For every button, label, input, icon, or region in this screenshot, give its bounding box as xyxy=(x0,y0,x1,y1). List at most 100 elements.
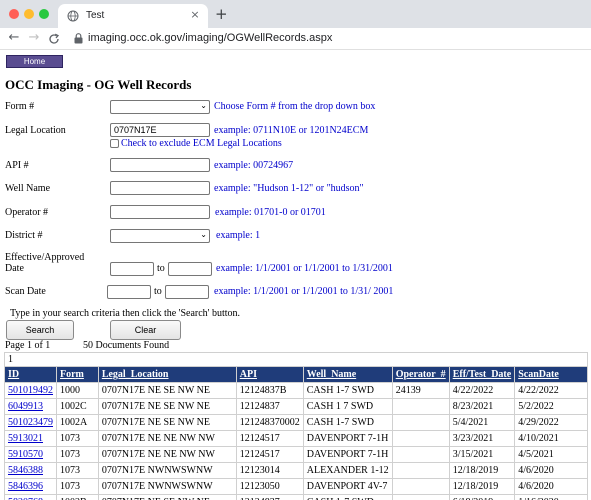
district-label: District # xyxy=(5,230,43,241)
cell-eff-test-date: 6/18/2019 xyxy=(448,494,516,500)
api-label: API # xyxy=(5,160,29,171)
table-row: 5910570 1073 0707N17E NE NE NW NW 12124517 D… xyxy=(4,446,588,463)
cell-operator xyxy=(391,478,450,495)
cell-scan-date: 4/6/2020 xyxy=(514,462,588,479)
document-id-link[interactable]: 5846388 xyxy=(8,465,43,476)
cell-form: 1000 xyxy=(56,382,99,399)
pager-page-number: 1 xyxy=(4,352,588,367)
home-button[interactable]: Home xyxy=(6,55,63,68)
clear-button[interactable]: Clear xyxy=(110,320,181,340)
column-header[interactable]: Form xyxy=(56,366,99,383)
table-row: 5846396 1073 0707N17E NWNWSWNW 12123050 DAVE… xyxy=(4,478,588,495)
document-id-link[interactable]: 5910570 xyxy=(8,449,43,460)
pager-row: 1 xyxy=(4,352,588,367)
table-row: 5846388 1073 0707N17E NWNWSWNW 12123014 ALEX… xyxy=(4,462,588,479)
cell-eff-test-date: 8/23/2021 xyxy=(448,398,516,415)
operator-input[interactable] xyxy=(110,205,210,219)
browser-tab[interactable]: Test × xyxy=(58,4,208,28)
exclude-ecm-checkbox[interactable] xyxy=(110,139,119,148)
cell-eff-test-date: 3/23/2021 xyxy=(448,430,516,447)
page-info: Page 1 of 1 xyxy=(5,340,51,351)
column-header-form[interactable]: Form xyxy=(60,369,84,380)
cell-api: 12124517 xyxy=(235,446,304,463)
cell-well-name: CASH 1 7 SWD xyxy=(302,398,393,415)
legal-location-input[interactable]: 0707N17E xyxy=(110,123,210,137)
column-header-eff-test-date[interactable]: Eff/Test_Date xyxy=(453,369,512,380)
lock-icon[interactable] xyxy=(74,33,83,44)
cell-form: 1073 xyxy=(56,446,99,463)
browser-tab-bar: Test × + xyxy=(0,0,591,28)
cell-id: 5846396 xyxy=(4,478,57,495)
document-id-link[interactable]: 6049913 xyxy=(8,401,43,412)
cell-api: 12124837 xyxy=(235,398,304,415)
table-row: 501023479 1002A 0707N17E NE SE NW NE 121248… xyxy=(4,414,588,431)
close-window-button[interactable] xyxy=(9,9,19,19)
effective-date-from-input[interactable] xyxy=(110,262,154,276)
address-bar[interactable]: imaging.occ.ok.gov/imaging/OGWellRecords… xyxy=(66,29,591,49)
column-header-well-name[interactable]: Well_Name xyxy=(307,369,356,380)
cell-legal-location: 0707N17E NE NE NW NW xyxy=(97,430,237,447)
cell-legal-location: 0707N17E NE SE NW NE xyxy=(97,494,237,500)
chevron-down-icon: ⌄ xyxy=(200,101,207,110)
document-id-link[interactable]: 501023479 xyxy=(8,417,53,428)
table-row: 58207681002B0707N17E NE SE NW NE12124837… xyxy=(4,494,588,500)
cell-id: 501023479 xyxy=(4,414,57,431)
documents-found: 50 Documents Found xyxy=(83,340,170,351)
document-id-link[interactable]: 5846396 xyxy=(8,481,43,492)
form-number-select[interactable]: ⌄ xyxy=(110,100,210,114)
forward-arrow-icon[interactable]: → xyxy=(26,30,42,45)
column-header-scan-date[interactable]: ScanDate xyxy=(518,369,559,380)
new-tab-icon[interactable]: + xyxy=(215,5,228,23)
column-header[interactable]: Operator_# xyxy=(391,366,450,383)
cell-operator: 24139 xyxy=(391,382,450,399)
cell-api: 12123014 xyxy=(235,462,304,479)
cell-well-name: CASH 1-7 SWD xyxy=(302,382,393,399)
column-header[interactable]: API xyxy=(235,366,304,383)
scan-date-to-input[interactable] xyxy=(165,285,209,299)
column-header-api[interactable]: API xyxy=(240,369,257,380)
minimize-window-button[interactable] xyxy=(24,9,34,19)
maximize-window-button[interactable] xyxy=(39,9,49,19)
globe-icon xyxy=(67,10,79,22)
cell-legal-location: 0707N17E NWNWSWNW xyxy=(97,478,237,495)
cell-id: 5846388 xyxy=(4,462,57,479)
search-button[interactable]: Search xyxy=(6,320,74,340)
api-input[interactable] xyxy=(110,158,210,172)
column-header[interactable]: Well_Name xyxy=(302,366,393,383)
cell-operator xyxy=(391,494,450,500)
table-row: 6049913 1002C 0707N17E NE SE NW NE 12124837… xyxy=(4,398,588,415)
cell-id: 6049913 xyxy=(4,398,57,415)
cell-scan-date: 4/6/2020 xyxy=(514,478,588,495)
cell-scan-date: 4/29/2022 xyxy=(514,414,588,431)
district-select[interactable]: ⌄ xyxy=(110,229,210,243)
close-tab-icon[interactable]: × xyxy=(188,8,202,21)
search-instructions: Type in your search criteria then click … xyxy=(10,308,241,319)
back-arrow-icon[interactable]: ← xyxy=(6,30,22,45)
column-header[interactable]: Legal_Location xyxy=(97,366,237,383)
cell-scan-date: 5/2/2022 xyxy=(514,398,588,415)
scan-date-from-input[interactable] xyxy=(107,285,151,299)
page-title: OCC Imaging - OG Well Records xyxy=(5,77,192,92)
document-id-link[interactable]: 501019492 xyxy=(8,385,53,396)
column-header-id[interactable]: ID xyxy=(8,369,19,380)
cell-eff-test-date: 3/15/2021 xyxy=(448,446,516,463)
exclude-ecm-label[interactable]: Check to exclude ECM Legal Locations xyxy=(121,138,282,149)
column-header[interactable]: Eff/Test_Date xyxy=(448,366,516,383)
well-name-input[interactable] xyxy=(110,181,210,195)
cell-api: 121248370002 xyxy=(235,414,304,431)
column-header[interactable]: ScanDate xyxy=(514,366,588,383)
effective-date-to-input[interactable] xyxy=(168,262,212,276)
cell-legal-location: 0707N17E NE SE NW NE xyxy=(97,414,237,431)
reload-icon[interactable] xyxy=(48,33,60,45)
cell-form: 1002A xyxy=(56,414,99,431)
table-header-row: ID Form Legal_Location API Well_Name Ope… xyxy=(4,366,588,383)
api-hint: example: 00724967 xyxy=(214,160,294,171)
column-header-legal-location[interactable]: Legal_Location xyxy=(102,369,169,380)
cell-form: 1002C xyxy=(56,398,99,415)
cell-id: 501019492 xyxy=(4,382,57,399)
cell-well-name: DAVENPORT 7-1H xyxy=(302,446,393,463)
cell-id: 5820768 xyxy=(4,494,57,500)
column-header-operator[interactable]: Operator_# xyxy=(396,369,446,380)
column-header[interactable]: ID xyxy=(4,366,57,383)
document-id-link[interactable]: 5913021 xyxy=(8,433,43,444)
